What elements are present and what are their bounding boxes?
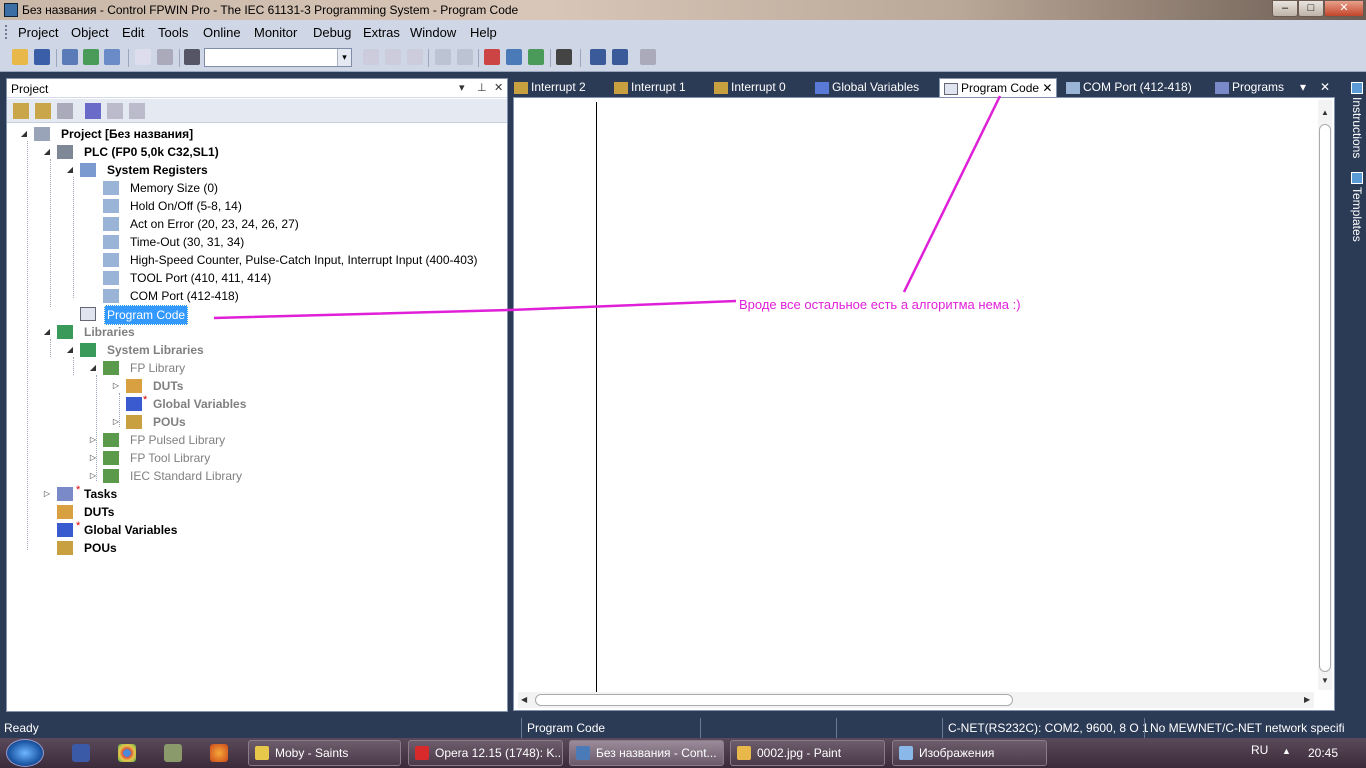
status-document: Program Code [527,721,606,735]
language-indicator[interactable]: RU [1251,743,1268,757]
annotation-lines [213,95,1002,320]
status-ready: Ready [4,721,39,735]
clock[interactable]: 20:45 [1308,746,1338,760]
annotation-text: Вроде все остальное есть а алгоритма нем… [739,297,1021,312]
taskbar-item[interactable]: Без названия - Cont... [569,740,724,766]
taskbar: Moby - Saints Opera 12.15 (1748): K... Б… [0,738,1366,768]
save-icon[interactable] [72,744,90,762]
status-network: No MEWNET/C-NET network specifi [1150,721,1345,735]
chrome-icon[interactable] [118,744,136,762]
firefox-icon[interactable] [210,744,228,762]
tray-expand-icon[interactable]: ▲ [1282,746,1291,756]
taskbar-item[interactable]: 0002.jpg - Paint [730,740,885,766]
taskbar-item[interactable]: Opera 12.15 (1748): K... [408,740,563,766]
taskbar-item[interactable]: Изображения [892,740,1047,766]
app-icon[interactable] [164,744,182,762]
taskbar-item[interactable]: Moby - Saints [248,740,401,766]
status-bar: Ready Program Code C-NET(RS232C): COM2, … [0,718,1366,738]
status-connection: C-NET(RS232C): COM2, 9600, 8 O 1 [948,721,1149,735]
start-button[interactable] [6,739,44,767]
